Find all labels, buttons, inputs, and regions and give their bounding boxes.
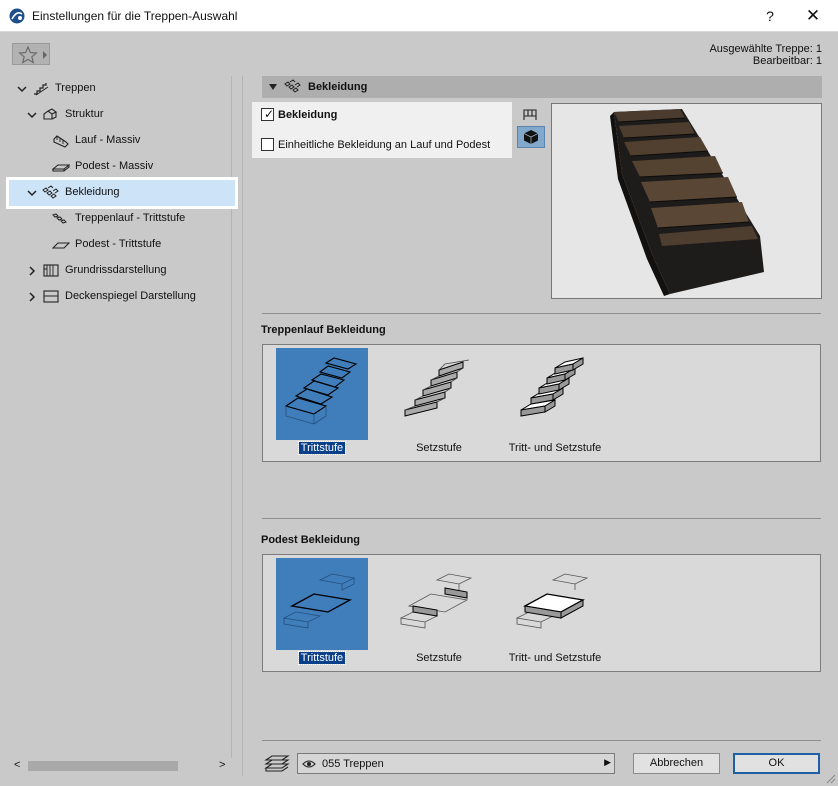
bekleidung-checkbox[interactable]: ✓ bbox=[261, 107, 275, 121]
divider bbox=[262, 740, 821, 741]
tread-only-stair-icon bbox=[284, 357, 358, 425]
editable-count: Bearbeitbar: 1 bbox=[752, 55, 822, 67]
landing-icon bbox=[52, 164, 70, 172]
section-header-bekleidung[interactable]: Bekleidung bbox=[262, 76, 822, 98]
tree-item-label: Bekleidung bbox=[65, 186, 120, 198]
einheitlich-checkbox[interactable] bbox=[261, 138, 274, 151]
star-icon bbox=[18, 45, 38, 64]
scroll-right-arrow[interactable]: > bbox=[219, 759, 225, 771]
tree-item-label: Treppenlauf - Trittstufe bbox=[75, 212, 186, 224]
floor-plan-icon bbox=[43, 264, 59, 277]
landing-option-tritt-und-setzstufe-label: Tritt- und Setzstufe bbox=[508, 652, 602, 664]
tree-item-label: Treppen bbox=[55, 82, 96, 94]
panel-divider[interactable] bbox=[242, 76, 243, 776]
finish-icon bbox=[42, 185, 59, 199]
layer-dropdown[interactable]: 055 Treppen ▶ bbox=[297, 753, 615, 774]
landing-option-setzstufe-label: Setzstufe bbox=[416, 652, 462, 664]
tree-item-struktur[interactable]: Struktur bbox=[12, 102, 232, 128]
cube-icon bbox=[523, 130, 539, 144]
tree-horizontal-scrollbar[interactable]: < > bbox=[12, 758, 232, 774]
dropdown-arrow-icon: ▶ bbox=[604, 757, 611, 767]
structure-icon bbox=[43, 108, 58, 120]
help-button[interactable]: ? bbox=[760, 6, 780, 26]
resize-grip-icon[interactable] bbox=[826, 774, 836, 784]
chevron-right-icon bbox=[43, 51, 47, 59]
flight-option-setzstufe[interactable] bbox=[393, 348, 485, 440]
flight-option-trittstufe-label: Trittstufe bbox=[297, 441, 347, 455]
flight-option-tritt-und-setzstufe-label: Tritt- und Setzstufe bbox=[508, 442, 602, 454]
tree-item-label: Struktur bbox=[65, 108, 104, 120]
section-title: Bekleidung bbox=[308, 81, 368, 93]
stair-3d-preview[interactable] bbox=[551, 103, 822, 299]
settings-tree: Treppen Struktur Lauf - Massiv Podest - … bbox=[9, 76, 235, 758]
divider bbox=[262, 518, 821, 519]
tree-item-label: Deckenspiegel Darstellung bbox=[65, 290, 196, 302]
tree-item-podest-massiv[interactable]: Podest - Massiv bbox=[12, 154, 232, 180]
selection-info: Ausgewählte Treppe: 1 Bearbeitbar: 1 bbox=[709, 43, 822, 67]
flight-option-tritt-und-setzstufe[interactable] bbox=[509, 348, 601, 440]
finish-icon bbox=[284, 79, 301, 93]
title-bar: Einstellungen für die Treppen-Auswahl ? … bbox=[0, 0, 838, 32]
flight-finish-title: Treppenlauf Bekleidung bbox=[261, 324, 386, 336]
tread-and-riser-stair-icon bbox=[520, 357, 584, 417]
3d-view-button[interactable] bbox=[517, 126, 545, 148]
landing-tread-and-riser-icon bbox=[515, 573, 589, 629]
layer-icon bbox=[264, 755, 290, 772]
flight-finish-options: Trittstufe Setzstufe Tritt- und Setzstuf… bbox=[262, 344, 821, 462]
tree-item-treppen[interactable]: Treppen bbox=[12, 76, 232, 102]
scroll-left-arrow[interactable]: < bbox=[14, 759, 20, 771]
tree-item-deckenspiegel-darstellung[interactable]: Deckenspiegel Darstellung bbox=[12, 284, 232, 310]
flight-tread-icon bbox=[52, 213, 67, 224]
stair-preview-image bbox=[610, 109, 764, 296]
chevron-down-icon[interactable] bbox=[16, 83, 28, 95]
chevron-down-icon[interactable] bbox=[26, 109, 38, 121]
selected-count: Ausgewählte Treppe: 1 bbox=[709, 43, 822, 55]
ceiling-plan-icon bbox=[43, 290, 59, 303]
landing-finish-options: Trittstufe Setzstufe Tritt- und Setzstuf… bbox=[262, 554, 821, 672]
landing-riser-only-icon bbox=[399, 573, 473, 629]
riser-only-stair-icon bbox=[404, 359, 470, 417]
tree-item-lauf-massiv[interactable]: Lauf - Massiv bbox=[12, 128, 232, 154]
landing-option-tritt-und-setzstufe[interactable] bbox=[509, 558, 601, 650]
tree-item-bekleidung[interactable]: Bekleidung bbox=[9, 180, 235, 206]
plan-view-icon[interactable] bbox=[520, 106, 540, 124]
bekleidung-checkbox-label: Bekleidung bbox=[278, 109, 338, 121]
tree-item-label: Grundrissdarstellung bbox=[65, 264, 167, 276]
archicad-app-icon bbox=[9, 8, 25, 24]
chevron-right-icon[interactable] bbox=[26, 265, 38, 277]
chevron-down-icon[interactable] bbox=[26, 187, 38, 199]
cancel-button[interactable]: Abbrechen bbox=[633, 753, 720, 774]
flight-option-trittstufe[interactable] bbox=[276, 348, 368, 440]
flight-icon bbox=[53, 135, 69, 148]
tree-item-treppenlauf-trittstufe[interactable]: Treppenlauf - Trittstufe bbox=[12, 206, 232, 232]
tree-item-label: Lauf - Massiv bbox=[75, 134, 141, 146]
landing-finish-title: Podest Bekleidung bbox=[261, 534, 361, 546]
stair-icon bbox=[34, 83, 49, 96]
landing-option-trittstufe[interactable] bbox=[276, 558, 368, 650]
landing-option-trittstufe-label: Trittstufe bbox=[297, 651, 347, 665]
landing-tread-only-icon bbox=[282, 573, 356, 629]
einheitlich-checkbox-label: Einheitliche Bekleidung an Lauf und Pode… bbox=[278, 139, 491, 151]
landing-option-setzstufe[interactable] bbox=[393, 558, 485, 650]
tree-item-label: Podest - Trittstufe bbox=[75, 238, 162, 250]
tree-item-grundrissdarstellung[interactable]: Grundrissdarstellung bbox=[12, 258, 232, 284]
tree-item-podest-trittstufe[interactable]: Podest - Trittstufe bbox=[12, 232, 232, 258]
scrollbar-thumb[interactable] bbox=[28, 761, 178, 771]
chevron-right-icon[interactable] bbox=[26, 291, 38, 303]
divider bbox=[262, 313, 821, 314]
landing-tread-icon bbox=[52, 242, 70, 249]
checkmark-icon: ✓ bbox=[264, 107, 275, 121]
close-button[interactable]: ✕ bbox=[802, 6, 824, 26]
options-box: ✓ Bekleidung Einheitliche Bekleidung an … bbox=[252, 102, 512, 158]
tree-item-label: Podest - Massiv bbox=[75, 160, 154, 172]
ok-button[interactable]: OK bbox=[733, 753, 820, 774]
flight-option-setzstufe-label: Setzstufe bbox=[416, 442, 462, 454]
layer-name: 055 Treppen bbox=[322, 758, 384, 770]
collapse-triangle-icon[interactable] bbox=[268, 82, 278, 92]
favorites-button[interactable] bbox=[12, 43, 50, 65]
window-title: Einstellungen für die Treppen-Auswahl bbox=[32, 9, 238, 23]
eye-icon bbox=[302, 760, 316, 768]
